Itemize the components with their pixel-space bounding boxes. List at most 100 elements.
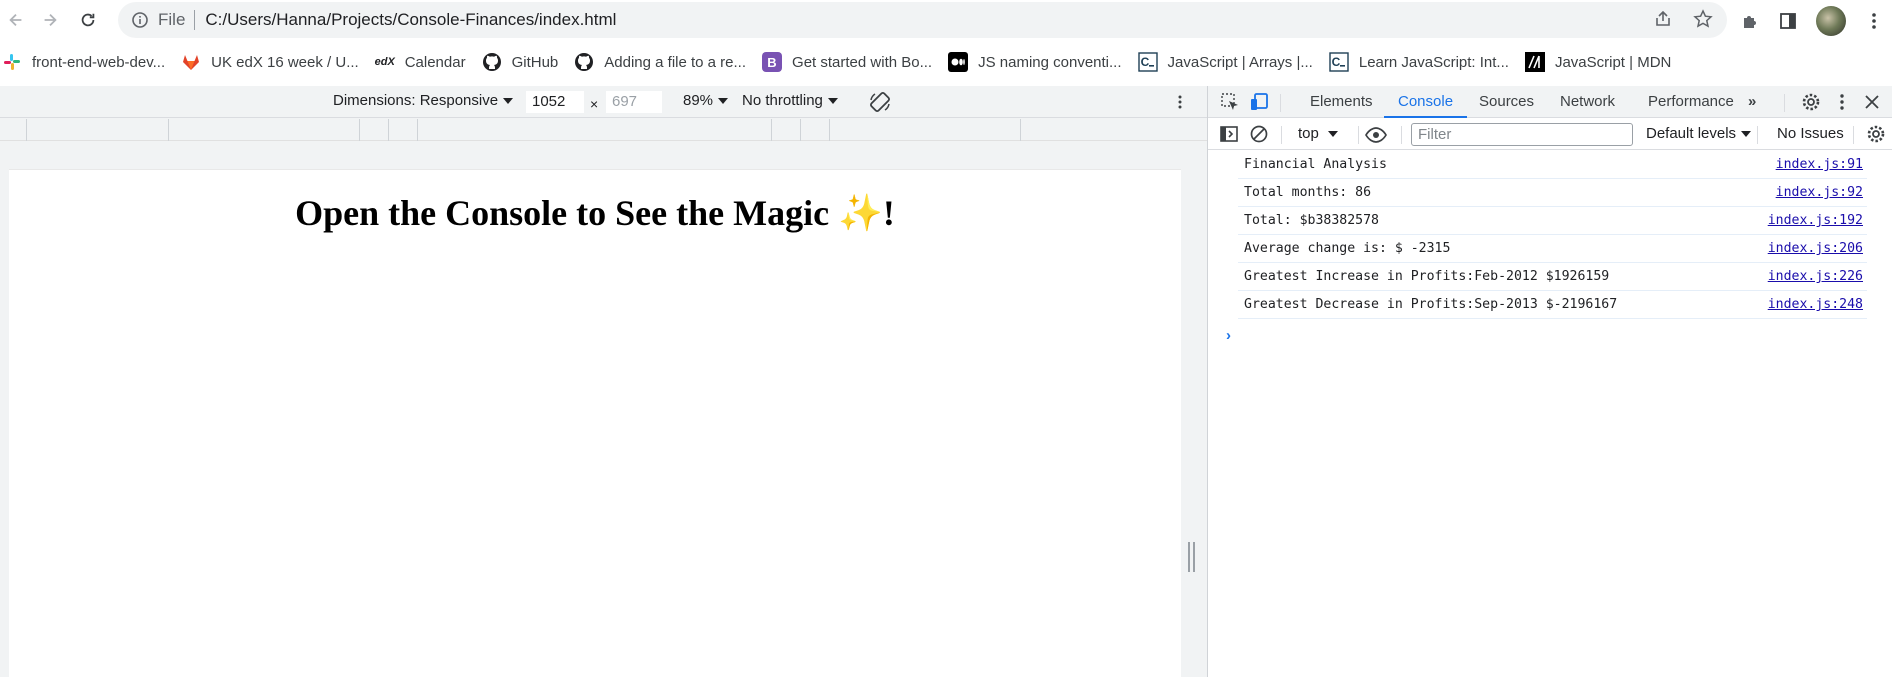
star-icon[interactable] [1693,9,1713,29]
side-panel-icon[interactable] [1778,11,1798,31]
source-link[interactable]: index.js:92 [1776,185,1863,200]
throttling-dropdown[interactable]: No throttling [742,92,838,109]
svg-text:B: B [767,55,776,70]
bookmark-label: Get started with Bo... [792,53,933,71]
divider [1853,126,1854,144]
console-message-text: Greatest Decrease in Profits:Sep-2013 $-… [1244,297,1618,312]
arrow-right-icon [44,13,57,27]
dimensions-label: Dimensions: Responsive [333,92,499,109]
medium-icon [948,52,969,72]
more-tabs-chevron-icon[interactable]: » [1748,86,1756,118]
console-settings-gear-icon[interactable] [1866,124,1886,144]
arrow-left-icon [9,13,22,27]
tab-sources[interactable]: Sources [1479,86,1534,118]
source-link[interactable]: index.js:226 [1768,269,1863,284]
bookmark-item[interactable]: Adding a file to a re... [566,48,754,76]
source-link[interactable]: index.js:248 [1768,297,1863,312]
close-icon[interactable] [1862,92,1882,112]
console-message-text: Average change is: $ -2315 [1244,241,1451,256]
divider [1281,126,1282,144]
width-input[interactable]: 1052 [526,91,584,113]
more-vert-icon[interactable] [1832,92,1852,112]
info-icon[interactable] [132,12,148,28]
bookmark-item[interactable]: JS naming conventi... [940,48,1129,76]
bookmark-label: UK edX 16 week / U... [211,53,359,71]
page-title: Open the Console to See the Magic ✨! [295,193,895,233]
throttling-label: No throttling [742,92,823,109]
rotate-icon[interactable] [868,90,892,114]
bookmark-item[interactable]: front-end-web-dev... [0,48,173,76]
bookmark-item[interactable]: GitHub [474,48,567,76]
bookmark-item[interactable]: B Get started with Bo... [754,48,940,76]
console-output: Financial Analysis index.js:91 Total mon… [1208,151,1892,344]
emulated-viewport: Open the Console to See the Magic ✨! [9,169,1181,677]
filter-input[interactable]: Filter [1411,123,1633,146]
divider [1358,126,1359,144]
issues-counter[interactable]: No Issues [1777,125,1844,142]
console-message: Financial Analysis index.js:91 [1238,151,1867,179]
divider [194,10,196,30]
gear-icon[interactable] [1801,92,1821,112]
eye-icon[interactable] [1364,125,1388,145]
console-message: Total months: 86 index.js:92 [1238,179,1867,207]
ruler-tick [168,119,169,141]
clear-console-icon[interactable] [1249,124,1269,144]
dimension-separator: × [590,96,599,112]
tab-console[interactable]: Console [1384,86,1468,118]
page-pane: Dimensions: Responsive 1052 × 697 89% No… [0,86,1207,677]
puzzle-icon[interactable] [1740,11,1760,31]
github-icon [574,52,594,72]
scheme-label: File [158,10,186,29]
edx-icon: edX [374,56,395,68]
bookmark-label: JS naming conventi... [978,53,1122,71]
media-query-ruler[interactable] [0,119,1207,141]
dimensions-dropdown[interactable]: Dimensions: Responsive [333,92,514,109]
bookmark-item[interactable]: C Learn JavaScript: Int... [1321,48,1517,76]
svg-text:C: C [1332,55,1341,69]
reload-button[interactable] [74,6,102,34]
bookmark-item[interactable]: JavaScript | MDN [1517,48,1679,76]
device-toggle-icon[interactable] [1249,92,1269,112]
viewport-resize-handle[interactable] [1188,542,1196,572]
bookmark-label: JavaScript | Arrays |... [1167,53,1313,71]
ruler-tick [829,119,830,141]
ruler-tick [800,119,801,141]
context-label: top [1298,125,1319,142]
ruler-tick [417,119,418,141]
tab-performance[interactable]: Performance [1648,86,1734,118]
sidebar-toggle-icon[interactable] [1219,124,1239,144]
more-vert-icon[interactable] [1864,11,1884,31]
tab-elements[interactable]: Elements [1310,86,1373,118]
bookmark-item[interactable]: edX Calendar [367,48,474,76]
github-icon [482,52,502,72]
bookmark-item[interactable]: UK edX 16 week / U... [173,48,367,76]
caret-down-icon [503,97,514,104]
source-link[interactable]: index.js:206 [1768,241,1863,256]
inspect-element-icon[interactable] [1220,92,1240,112]
ruler-tick [771,119,772,141]
caret-down-icon [827,98,838,105]
tab-network[interactable]: Network [1560,86,1615,118]
console-message-text: Financial Analysis [1244,157,1387,172]
source-link[interactable]: index.js:192 [1768,213,1863,228]
grip-line [1193,542,1195,572]
back-button[interactable] [2,6,30,34]
ruler-tick [1020,119,1021,141]
log-levels-dropdown[interactable]: Default levels [1646,125,1752,142]
forward-button[interactable] [36,6,64,34]
source-link[interactable]: index.js:91 [1776,157,1863,172]
address-bar[interactable]: File C:/Users/Hanna/Projects/Console-Fin… [118,2,1727,38]
bookmark-item[interactable]: C JavaScript | Arrays |... [1130,48,1321,76]
context-selector[interactable]: top [1298,125,1338,142]
console-prompt-chevron-icon[interactable]: › [1226,327,1231,344]
zoom-dropdown[interactable]: 89% [683,92,729,109]
url-text[interactable]: C:/Users/Hanna/Projects/Console-Finances… [205,10,616,30]
mdn-icon [1524,52,1545,72]
height-input[interactable]: 697 [606,91,662,113]
console-message: Greatest Increase in Profits:Feb-2012 $1… [1238,263,1867,291]
share-icon[interactable] [1653,9,1673,29]
more-vert-icon[interactable] [1172,94,1188,110]
divider [1757,126,1758,144]
avatar[interactable] [1816,6,1846,36]
bookmark-label: GitHub [511,53,559,71]
